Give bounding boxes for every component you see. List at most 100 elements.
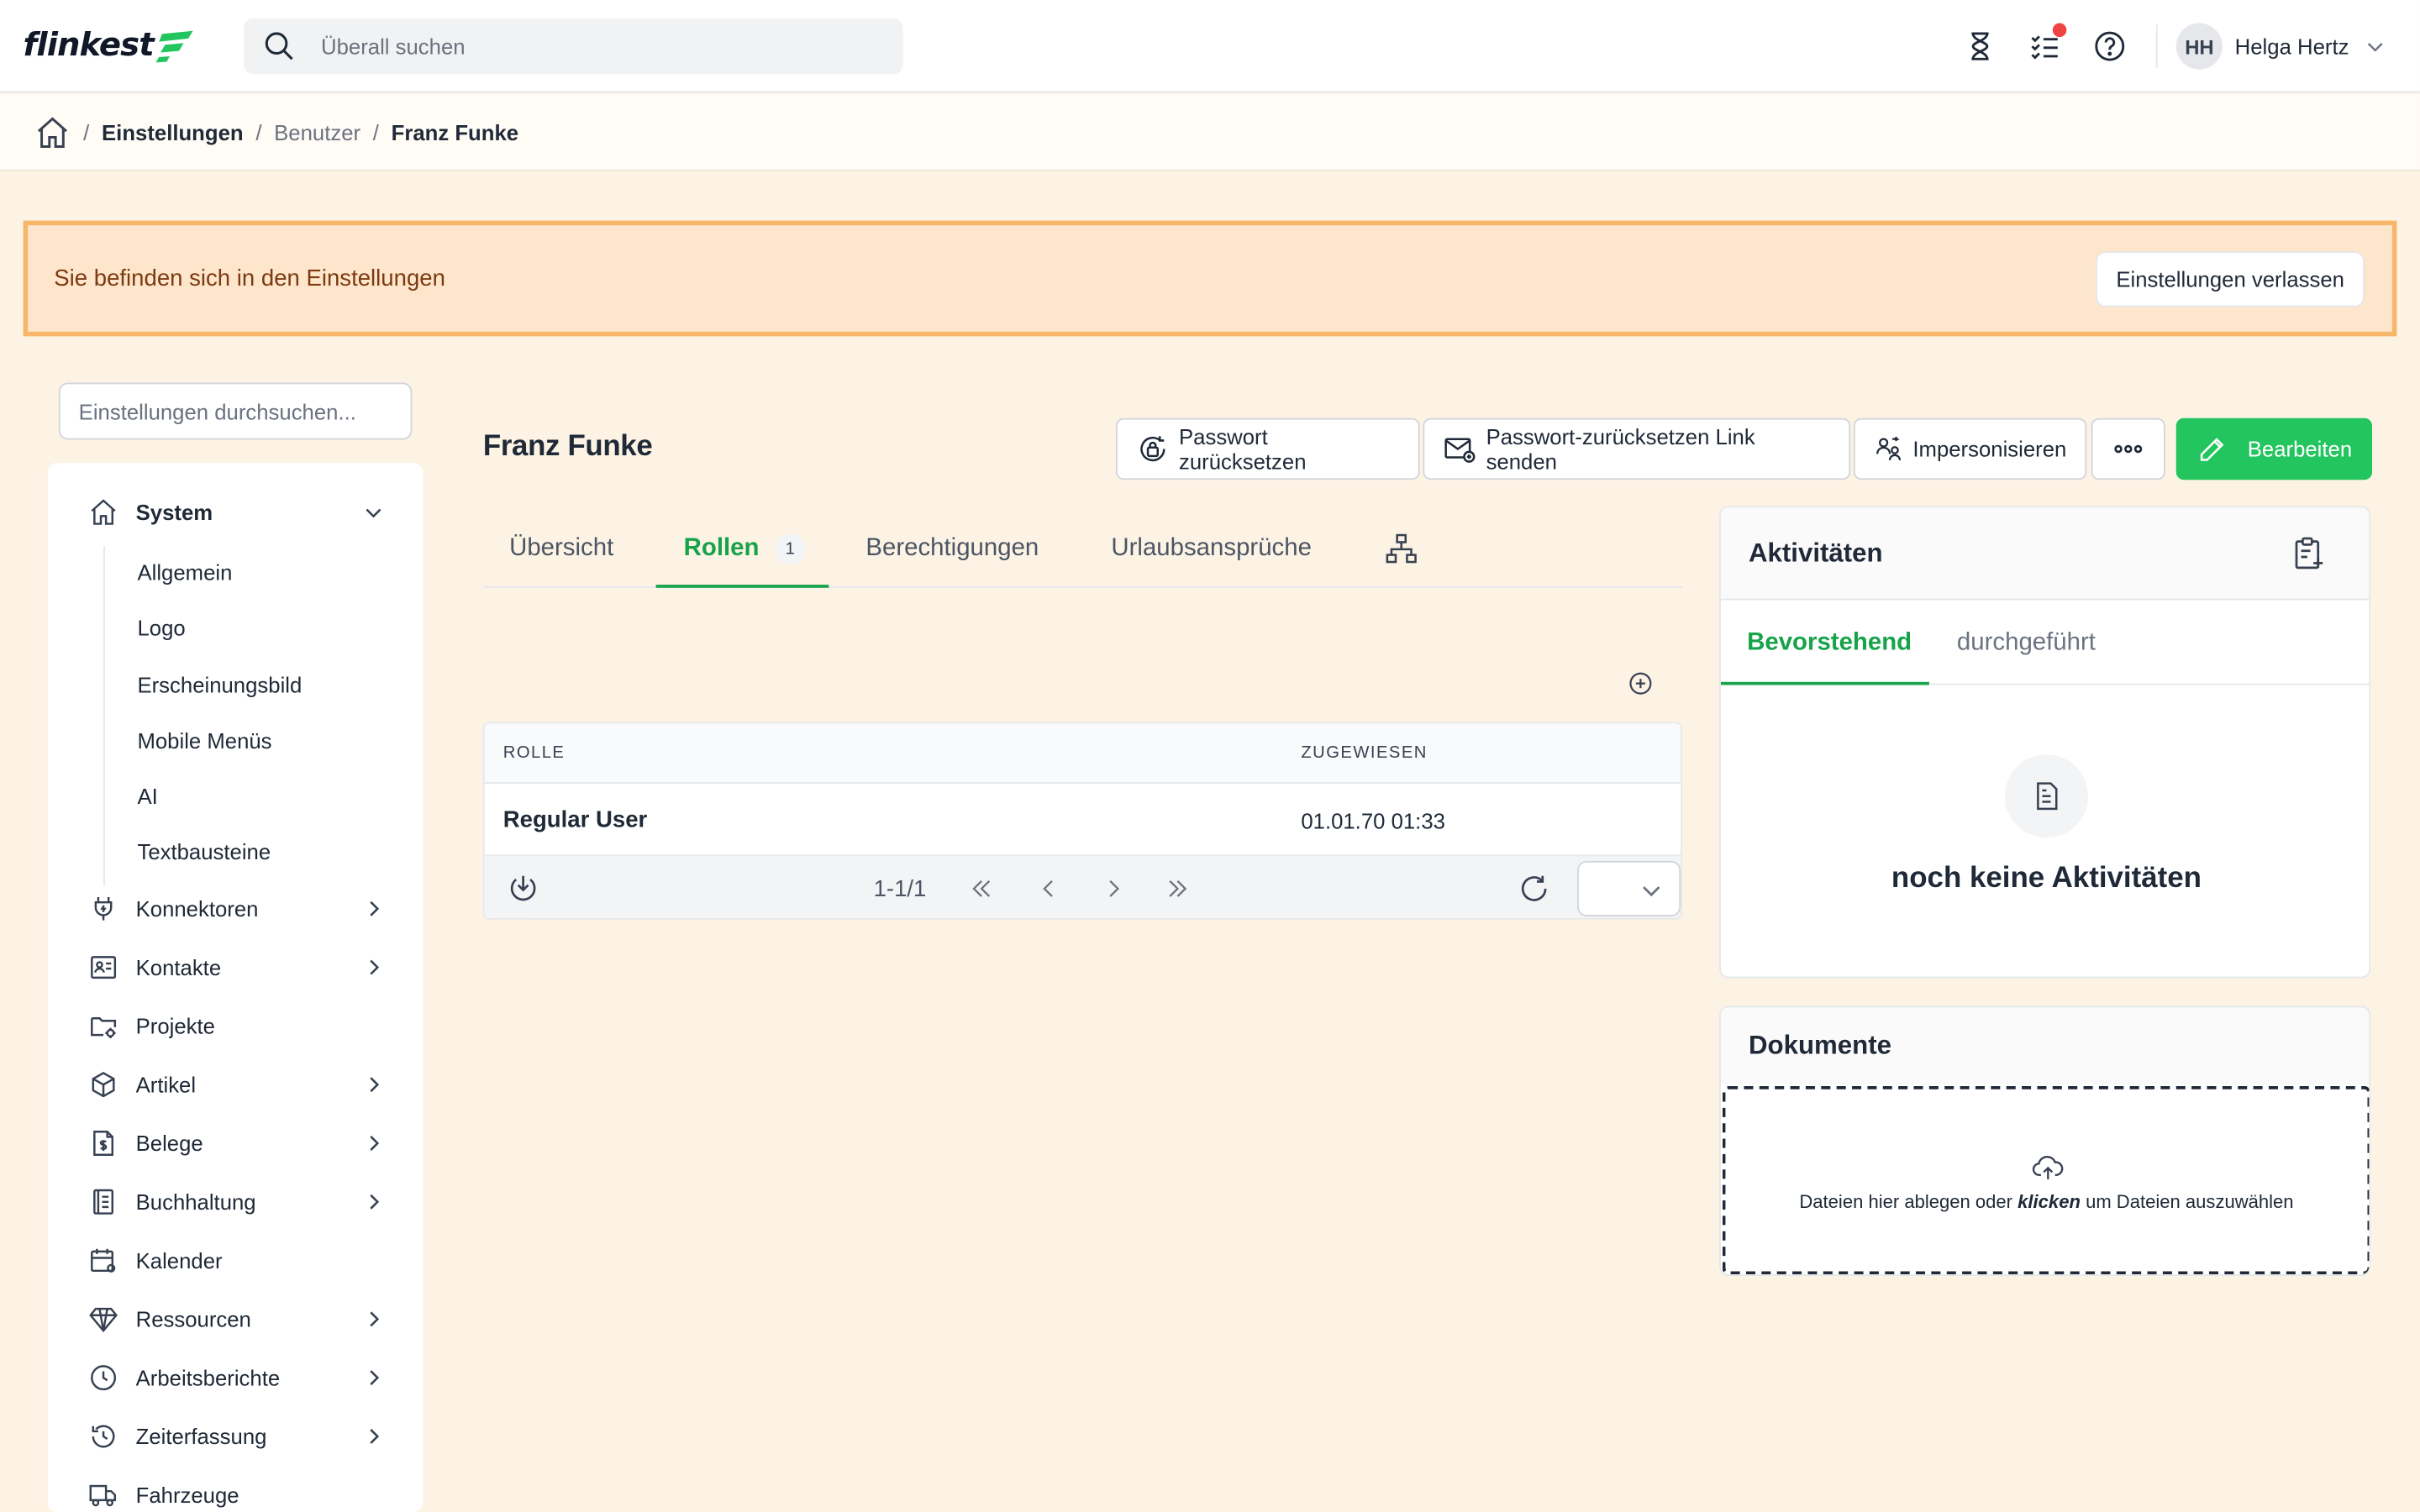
dropzone-text-before: Dateien hier ablegen oder: [1799, 1190, 2013, 1213]
sidebar-item-kontakte[interactable]: Kontakte: [48, 944, 423, 990]
diamond-icon: [88, 1304, 119, 1335]
page-size-select[interactable]: [1577, 860, 1681, 916]
leave-settings-button[interactable]: Einstellungen verlassen: [2096, 250, 2365, 307]
pagination-text: 1-1/1: [873, 876, 927, 903]
refresh-icon[interactable]: [1517, 872, 1550, 906]
breadcrumb: / Einstellungen / Benutzer / Franz Funke: [0, 94, 2420, 171]
edit-button[interactable]: Bearbeiten: [2175, 417, 2373, 480]
sidebar-item-label: Konnektoren: [135, 896, 259, 921]
breadcrumb-users[interactable]: Benutzer: [274, 119, 360, 144]
next-page-icon[interactable]: [1097, 872, 1128, 906]
sidebar-subitem-erscheinungsbild[interactable]: Erscheinungsbild: [137, 673, 302, 697]
banner-text: Sie befinden sich in den Einstellungen: [54, 265, 445, 292]
search-icon: [265, 32, 293, 60]
active-tab-indicator: [655, 585, 829, 588]
previous-page-icon[interactable]: [1034, 872, 1065, 906]
ledger-icon: [88, 1186, 119, 1217]
tab-completed[interactable]: durchgeführt: [1957, 629, 2096, 657]
help-icon[interactable]: [2091, 28, 2128, 65]
org-chart-icon: [1386, 533, 1417, 563]
sidebar-subitem-textbausteine[interactable]: Textbausteine: [137, 839, 271, 864]
chevron-right-icon: [370, 1194, 380, 1210]
chevron-down-icon: [366, 508, 381, 518]
empty-state-text: noch keine Aktivitäten: [1891, 862, 2202, 895]
tasks-icon[interactable]: [2027, 23, 2067, 65]
tab-overview[interactable]: Übersicht: [509, 509, 613, 588]
sidebar-item-arbeitsberichte[interactable]: Arbeitsberichte: [48, 1355, 423, 1401]
column-header-role[interactable]: ROLLE: [503, 743, 566, 762]
column-header-assigned[interactable]: ZUGEWIESEN: [1301, 743, 1428, 762]
sidebar-item-fahrzeuge[interactable]: Fahrzeuge: [48, 1472, 423, 1512]
cloud-upload-icon: [2032, 1155, 2064, 1179]
sidebar-subitem-ai[interactable]: AI: [137, 784, 157, 808]
settings-sidebar: System Allgemein Logo Erscheinungsbild M…: [47, 463, 424, 1512]
user-name[interactable]: Helga Hertz: [2235, 34, 2349, 58]
activities-tabs: Bevorstehend durchgeführt: [1720, 600, 2370, 685]
app-root: flinkest Überall suchen HH Helga Hertz /…: [0, 0, 2420, 1512]
tab-label: Berechtigungen: [865, 534, 1039, 561]
dropzone-text-after: um Dateien auszuwählen: [2086, 1190, 2294, 1213]
sidebar-item-label: Kalender: [135, 1247, 223, 1273]
hourglass-icon[interactable]: [1962, 28, 1999, 65]
last-page-icon[interactable]: [1162, 872, 1193, 906]
send-reset-link-label: Passwort-zurücksetzen Link senden: [1486, 424, 1755, 474]
global-search-input[interactable]: Überall suchen: [244, 18, 903, 75]
folder-gear-icon: [88, 1011, 119, 1042]
logo[interactable]: flinkest: [24, 22, 197, 68]
sidebar-item-projekte[interactable]: Projekte: [48, 1003, 423, 1049]
sidebar-item-ressourcen[interactable]: Ressourcen: [48, 1296, 423, 1342]
avatar[interactable]: HH: [2175, 23, 2223, 70]
documents-panel: Dokumente Dateien hier ablegen oder klic…: [1719, 1005, 2371, 1276]
clock-report-icon: [88, 1362, 119, 1394]
logo-mark-icon: [156, 30, 194, 63]
file-dropzone[interactable]: Dateien hier ablegen oder klicken um Dat…: [1722, 1086, 2370, 1275]
sidebar-item-kalender[interactable]: Kalender: [48, 1237, 423, 1284]
tab-permissions[interactable]: Berechtigungen: [865, 509, 1039, 588]
breadcrumb-separator: /: [372, 119, 379, 144]
sidebar-item-belege[interactable]: Belege: [48, 1120, 423, 1166]
sidebar-item-artikel[interactable]: Artikel: [48, 1062, 423, 1108]
clipboard-add-icon[interactable]: [2291, 535, 2328, 572]
impersonate-button[interactable]: Impersonisieren: [1853, 417, 2087, 480]
truck-icon: [88, 1479, 119, 1510]
tab-vacation-entitlements[interactable]: Urlaubsansprüche: [1111, 509, 1312, 588]
reset-password-button[interactable]: Passwort zurücksetzen: [1115, 417, 1420, 480]
dropzone-click-text[interactable]: klicken: [2018, 1191, 2081, 1213]
lock-reset-icon: [1140, 436, 1165, 462]
sidebar-subitem-logo[interactable]: Logo: [137, 616, 185, 640]
tab-upcoming[interactable]: Bevorstehend: [1747, 629, 1912, 657]
chevron-down-icon[interactable]: [2365, 35, 2386, 57]
breadcrumb-settings[interactable]: Einstellungen: [102, 119, 244, 144]
sidebar-item-label: Buchhaltung: [135, 1189, 256, 1215]
empty-state-icon-circle: [2004, 754, 2089, 838]
sidebar-item-konnektoren[interactable]: Konnektoren: [48, 885, 423, 932]
settings-search-input[interactable]: Einstellungen durchsuchen...: [58, 382, 413, 440]
first-page-icon[interactable]: [966, 872, 997, 906]
impersonate-label: Impersonisieren: [1912, 436, 2067, 462]
sidebar-item-system[interactable]: System: [48, 489, 423, 535]
tab-org-chart[interactable]: [1385, 509, 1418, 588]
sidebar-item-buchhaltung[interactable]: Buchhaltung: [48, 1179, 423, 1225]
table-row[interactable]: Regular User 01.01.70 01:33: [484, 784, 1681, 857]
more-horizontal-icon: [2114, 444, 2143, 454]
document-icon: [2037, 782, 2058, 811]
send-reset-link-button[interactable]: Passwort-zurücksetzen Link senden: [1423, 417, 1851, 480]
sidebar-subitem-allgemein[interactable]: Allgemein: [137, 560, 232, 585]
home-icon[interactable]: [34, 113, 71, 150]
sidebar-item-label: Belege: [135, 1131, 203, 1156]
settings-banner: Sie befinden sich in den Einstellungen E…: [23, 220, 2397, 337]
chevron-right-icon: [370, 900, 380, 916]
sidebar-item-label: Projekte: [135, 1013, 215, 1039]
chevron-right-icon: [370, 1370, 380, 1386]
chevron-right-icon: [370, 1429, 380, 1444]
tab-roles[interactable]: Rollen 1: [684, 509, 806, 588]
contact-card-icon: [88, 952, 119, 983]
sidebar-item-zeiterfassung[interactable]: Zeiterfassung: [48, 1413, 423, 1459]
download-icon[interactable]: [506, 872, 539, 906]
mail-reset-icon: [1444, 438, 1476, 463]
home-icon: [88, 496, 119, 528]
sidebar-subitem-mobile-menus[interactable]: Mobile Menüs: [137, 728, 271, 753]
tab-label: Rollen: [683, 534, 760, 561]
more-actions-button[interactable]: [2091, 417, 2165, 480]
add-role-icon[interactable]: [1628, 671, 1653, 696]
